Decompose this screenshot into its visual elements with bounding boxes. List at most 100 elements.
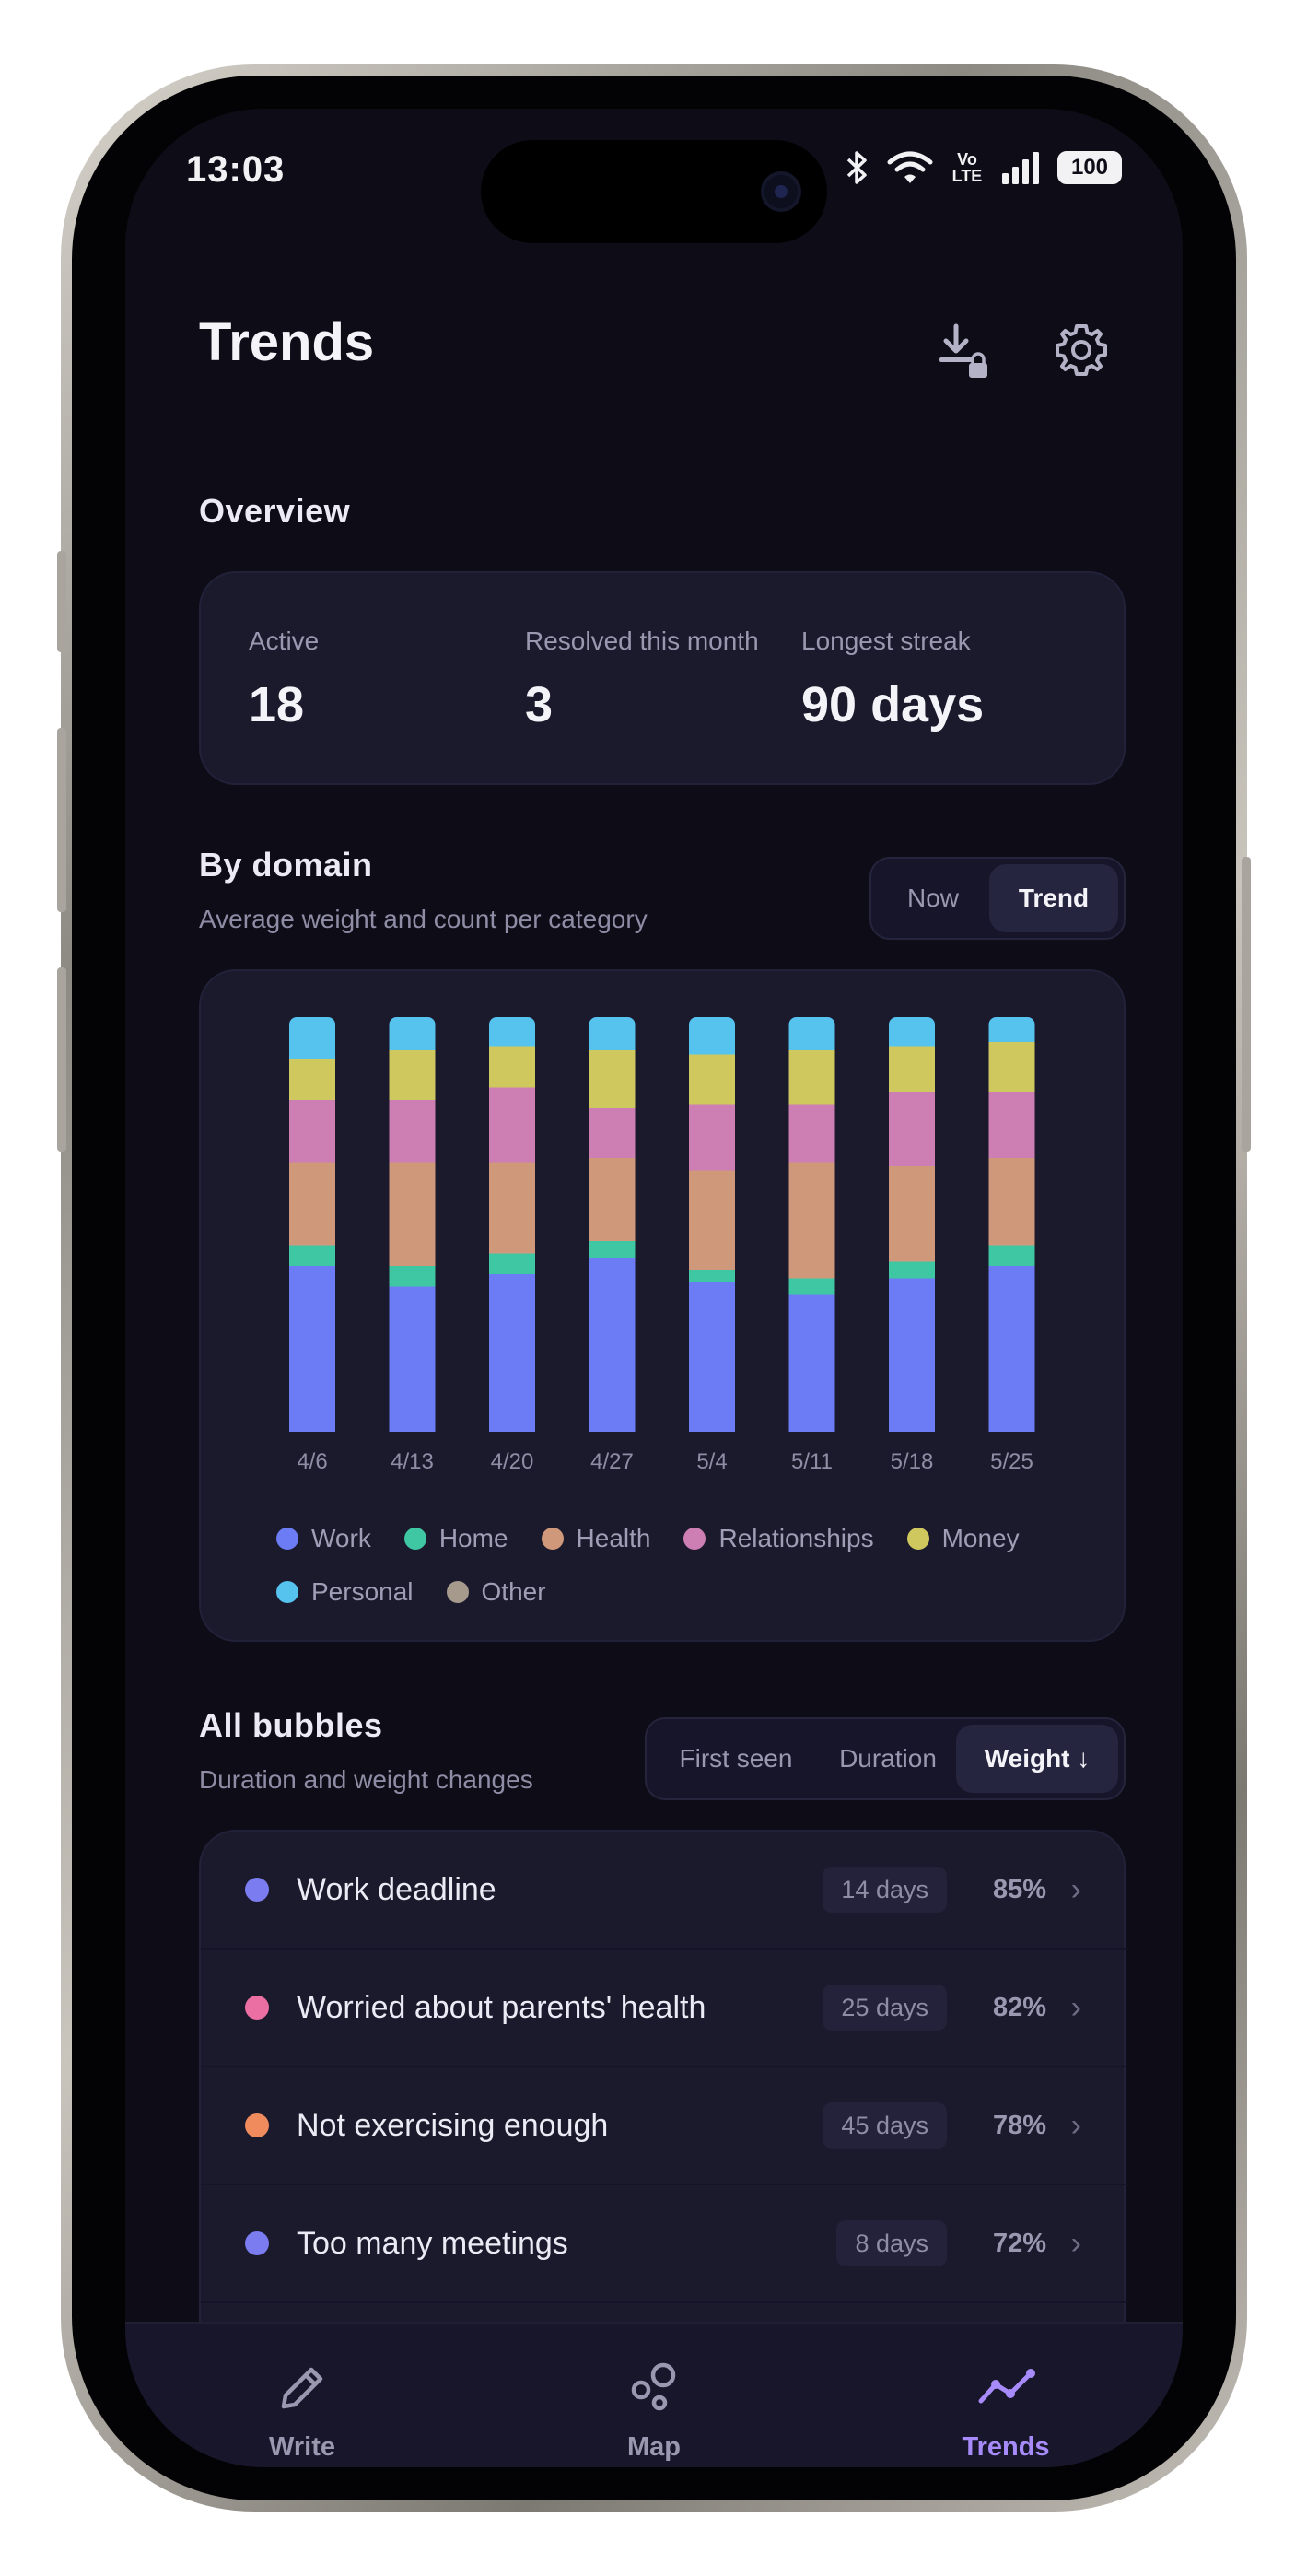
- list-item[interactable]: Work deadline 14 days 85% ›: [201, 1832, 1127, 1950]
- bubble-weight: 82%: [992, 1992, 1046, 2022]
- x-tick-label: 5/4: [696, 1449, 727, 1474]
- bar-segment-home: [589, 1241, 636, 1258]
- bubbles-list: Work deadline 14 days 85% › Worried abou…: [199, 1830, 1127, 2383]
- domain-stacked-bar-chart: 4/6 4/13 4/20 4/27 5/4 5/11 5/18 5/25: [289, 1017, 1035, 1474]
- settings-button[interactable]: [1044, 313, 1118, 387]
- status-icons: Vo LTE 100: [846, 149, 1122, 186]
- bar-segment-health: [788, 1162, 835, 1279]
- battery-icon: 100: [1057, 151, 1122, 184]
- overview-heading: Overview: [199, 492, 351, 530]
- legend-swatch: [403, 1528, 426, 1550]
- chart-legend: Work Home Health Relationships Money Personal…: [276, 1524, 1087, 1607]
- export-button[interactable]: [927, 313, 1000, 387]
- bar-segment-money: [889, 1046, 935, 1092]
- bar-segment-work: [689, 1282, 735, 1432]
- bubble-weight: 72%: [992, 2228, 1046, 2258]
- app-screen: 13:03 Vo LTE 100 Trends Overview Active …: [125, 109, 1183, 2467]
- bar-segment-health: [389, 1162, 436, 1266]
- stat-resolved-value: 3: [525, 677, 554, 732]
- stat-active-value: 18: [249, 677, 305, 732]
- bubble-label: Worried about parents' health: [297, 1989, 706, 2025]
- bar-segment-personal: [689, 1017, 735, 1055]
- download-lock-icon: [939, 323, 987, 378]
- bar-segment-home: [988, 1245, 1035, 1266]
- camera-icon: [761, 171, 801, 212]
- toggle-now[interactable]: Now: [877, 864, 989, 932]
- nav-map[interactable]: Map: [571, 2360, 737, 2463]
- volume-down-button: [57, 967, 66, 1152]
- bar-segment-personal: [889, 1017, 935, 1047]
- bar-segment-money: [489, 1046, 535, 1088]
- legend-label: Other: [481, 1577, 546, 1606]
- toggle-trend[interactable]: Trend: [989, 864, 1118, 932]
- bubble-duration: 25 days: [823, 1985, 947, 2031]
- bar-stack-4-13: [389, 1017, 436, 1432]
- legend-swatch: [906, 1528, 929, 1550]
- bar-stack-5-4: [689, 1017, 735, 1432]
- by-domain-subtitle: Average weight and count per category: [199, 905, 648, 933]
- bar-segment-home: [489, 1253, 535, 1274]
- bar-segment-health: [988, 1158, 1035, 1246]
- legend-swatch: [276, 1528, 298, 1550]
- bar-segment-health: [689, 1170, 735, 1270]
- bar-segment-relationships: [289, 1100, 335, 1163]
- nav-trends[interactable]: Trends: [923, 2360, 1089, 2463]
- bar-segment-health: [889, 1166, 935, 1262]
- sort-weight[interactable]: Weight ↓: [956, 1725, 1118, 1793]
- legend-item-personal: Personal: [276, 1577, 414, 1607]
- action-button: [57, 551, 66, 652]
- stat-streak-value: 90 days: [801, 677, 985, 732]
- bar-segment-personal: [289, 1017, 335, 1059]
- legend-label: Home: [438, 1524, 508, 1552]
- sort-first-seen[interactable]: First seen: [652, 1725, 820, 1793]
- x-tick-label: 4/13: [391, 1449, 434, 1474]
- bar-segment-home: [389, 1266, 436, 1287]
- x-tick-label: 5/18: [891, 1449, 934, 1474]
- bubble-weight: 85%: [992, 1874, 1046, 1904]
- bubbles-subtitle: Duration and weight changes: [199, 1765, 533, 1794]
- bar-stack-5-18: [889, 1017, 935, 1432]
- x-tick-label: 4/27: [590, 1449, 634, 1474]
- bar-segment-work: [389, 1286, 436, 1432]
- legend-swatch: [541, 1528, 564, 1550]
- bubble-label: Not exercising enough: [297, 2107, 609, 2143]
- legend-label: Health: [576, 1524, 651, 1552]
- legend-item-money: Money: [906, 1524, 1020, 1553]
- list-item[interactable]: Not exercising enough 45 days 78% ›: [201, 2067, 1127, 2185]
- legend-item-health: Health: [541, 1524, 651, 1553]
- bar-segment-health: [489, 1162, 535, 1254]
- nav-map-label: Map: [627, 2432, 681, 2462]
- bar-segment-money: [788, 1050, 835, 1105]
- chevron-right-icon: ›: [1070, 2225, 1081, 2261]
- bar-segment-personal: [489, 1017, 535, 1047]
- bubbles-heading: All bubbles: [199, 1706, 383, 1744]
- stat-resolved-label: Resolved this month: [525, 626, 759, 655]
- sort-duration[interactable]: Duration: [820, 1725, 956, 1793]
- x-tick-label: 5/25: [990, 1449, 1033, 1474]
- bubble-dot: [245, 2231, 269, 2255]
- bar-segment-money: [389, 1050, 436, 1100]
- bar-segment-work: [988, 1266, 1035, 1432]
- stat-active-label: Active: [249, 626, 320, 655]
- x-tick-label: 5/11: [791, 1449, 833, 1474]
- list-item[interactable]: Worried about parents' health 25 days 82…: [201, 1950, 1127, 2067]
- bar-segment-work: [589, 1258, 636, 1432]
- bar-segment-work: [788, 1294, 835, 1432]
- bar-segment-money: [689, 1054, 735, 1105]
- chevron-right-icon: ›: [1070, 1871, 1081, 1907]
- bar-segment-personal: [788, 1017, 835, 1050]
- x-tick-label: 4/6: [297, 1449, 327, 1474]
- list-item[interactable]: Too many meetings 8 days 72% ›: [201, 2185, 1127, 2303]
- bar-stack-4-20: [489, 1017, 535, 1432]
- domain-chart-card: 4/6 4/13 4/20 4/27 5/4 5/11 5/18 5/25 Work Home H…: [199, 969, 1126, 1642]
- bubble-label: Work deadline: [297, 1871, 496, 1907]
- bar-segment-relationships: [489, 1087, 535, 1163]
- nav-trends-label: Trends: [962, 2432, 1050, 2462]
- legend-label: Work: [311, 1524, 371, 1552]
- nav-write[interactable]: Write: [219, 2360, 385, 2463]
- bubble-duration: 14 days: [823, 1867, 947, 1913]
- bar-segment-health: [289, 1162, 335, 1246]
- legend-item-relationships: Relationships: [683, 1524, 874, 1553]
- bar-segment-health: [589, 1158, 636, 1241]
- bubbles-sort-toggle: First seen Duration Weight ↓: [645, 1717, 1126, 1800]
